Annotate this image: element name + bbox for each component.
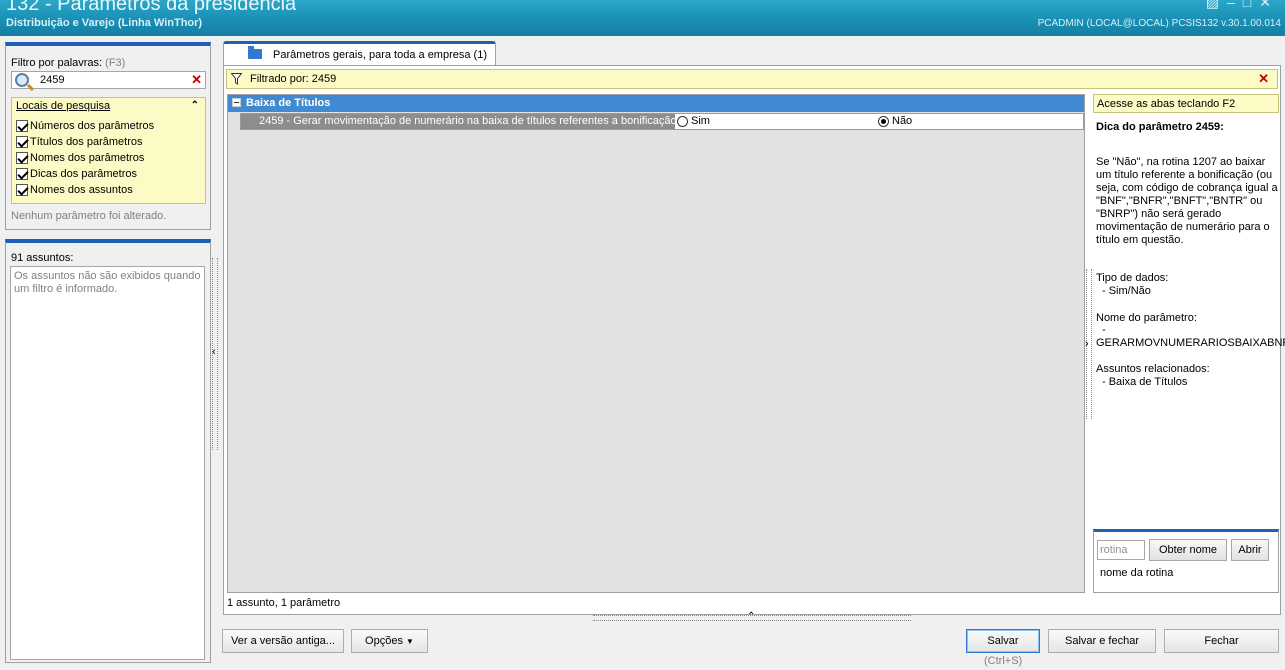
- save-button[interactable]: Salvar: [966, 629, 1040, 653]
- title-bar: 132 - Parâmetros da presidência Distribu…: [0, 0, 1285, 36]
- rotina-name: nome da rotina: [1100, 567, 1174, 579]
- get-name-button[interactable]: Obter nome: [1149, 539, 1227, 561]
- left-splitter[interactable]: ‹: [212, 258, 218, 450]
- main-content: Filtrado por: 2459 ✕ Baixa de Títulos 24…: [223, 65, 1285, 615]
- radio-no-label[interactable]: Não: [892, 115, 912, 127]
- location-item[interactable]: Números dos parâmetros: [16, 118, 154, 134]
- param-name-label: Nome do parâmetro:: [1096, 312, 1197, 324]
- hint-text: Se "Não", na rotina 1207 ao baixar um tí…: [1096, 156, 1278, 246]
- search-box[interactable]: ✕: [11, 71, 206, 89]
- subjects-count: 91 assuntos:: [11, 252, 74, 264]
- filter-label: Filtro por palavras: (F3): [11, 57, 126, 69]
- maximize-icon[interactable]: □: [1243, 0, 1259, 10]
- search-locations-header[interactable]: Locais de pesquisa: [16, 100, 110, 112]
- radio-yes-label[interactable]: Sim: [691, 115, 710, 127]
- filter-text: Filtrado por: 2459: [250, 73, 337, 85]
- options-button[interactable]: Opções ▼: [351, 629, 428, 653]
- collapse-group-icon[interactable]: [232, 98, 241, 107]
- chevron-right-icon[interactable]: ›: [1085, 338, 1089, 350]
- save-close-button[interactable]: Salvar e fechar: [1048, 629, 1156, 653]
- clear-search-icon[interactable]: ✕: [191, 72, 202, 88]
- subjects-list[interactable]: Os assuntos não são exibidos quando um f…: [10, 266, 205, 660]
- checkbox-icon[interactable]: [16, 152, 28, 164]
- data-type-value: - Sim/Não: [1102, 285, 1151, 297]
- param-description: 2459 - Gerar movimentação de numerário n…: [241, 114, 677, 129]
- filter-bar: Filtrado por: 2459 ✕: [226, 69, 1278, 89]
- checkbox-icon[interactable]: [16, 120, 28, 132]
- related-value: - Baixa de Títulos: [1102, 376, 1188, 388]
- group-header[interactable]: Baixa de Títulos: [228, 95, 1084, 112]
- radio-no[interactable]: [878, 116, 889, 127]
- location-item[interactable]: Nomes dos assuntos: [16, 182, 154, 198]
- location-item[interactable]: Títulos dos parâmetros: [16, 134, 154, 150]
- tabs-hint: Acesse as abas teclando F2: [1093, 94, 1279, 113]
- minimize-icon[interactable]: –: [1227, 0, 1243, 10]
- folder-icon: [248, 46, 262, 59]
- caret-down-icon: ▼: [406, 636, 414, 646]
- connection-info: PCADMIN (LOCAL@LOCAL) PCSIS132 v.30.1.00…: [1037, 18, 1281, 29]
- filter-icon: [231, 73, 242, 85]
- search-icon: [15, 73, 29, 87]
- collapse-icon[interactable]: ⌃: [191, 100, 199, 111]
- related-label: Assuntos relacionados:: [1096, 363, 1210, 375]
- save-shortcut: (Ctrl+S): [984, 655, 1023, 667]
- tab-general-params[interactable]: Parâmetros gerais, para toda a empresa (…: [223, 41, 496, 66]
- old-version-button[interactable]: Ver a versão antiga...: [222, 629, 344, 653]
- rotina-panel: Obter nome Abrir nome da rotina: [1093, 529, 1279, 593]
- params-grid: Baixa de Títulos 2459 - Gerar movimentaç…: [227, 94, 1085, 593]
- param-row[interactable]: 2459 - Gerar movimentação de numerário n…: [240, 113, 1084, 130]
- data-type-label: Tipo de dados:: [1096, 272, 1169, 284]
- search-locations: Locais de pesquisa ⌃ Números dos parâmet…: [11, 97, 206, 204]
- bottom-splitter[interactable]: ⌃: [593, 611, 911, 622]
- clear-filter-icon[interactable]: ✕: [1258, 71, 1269, 87]
- close-window-icon[interactable]: ✕: [1259, 0, 1279, 10]
- window-subtitle: Distribuição e Varejo (Linha WinThor): [6, 17, 203, 29]
- open-button[interactable]: Abrir: [1231, 539, 1269, 561]
- chevron-left-icon[interactable]: ‹: [212, 346, 216, 358]
- change-status: Nenhum parâmetro foi alterado.: [11, 210, 167, 222]
- close-button[interactable]: Fechar: [1164, 629, 1279, 653]
- location-item[interactable]: Dicas dos parâmetros: [16, 166, 154, 182]
- checkbox-icon[interactable]: [16, 168, 28, 180]
- checkbox-icon[interactable]: [16, 184, 28, 196]
- right-splitter[interactable]: ›: [1085, 269, 1092, 419]
- window-title: 132 - Parâmetros da presidência: [6, 0, 297, 15]
- subjects-panel: 91 assuntos: Os assuntos não são exibido…: [5, 239, 211, 663]
- param-name-value: GERARMOVNUMERARIOSBAIXABNF: [1096, 337, 1285, 349]
- location-item[interactable]: Nomes dos parâmetros: [16, 150, 154, 166]
- grid-summary: 1 assunto, 1 parâmetro: [227, 597, 341, 609]
- search-input[interactable]: [40, 73, 190, 87]
- chevron-up-icon[interactable]: ⌃: [747, 611, 755, 622]
- window-controls[interactable]: ▨–□✕: [1206, 0, 1279, 11]
- restore-icon[interactable]: ▨: [1206, 0, 1227, 10]
- rotina-input[interactable]: [1097, 540, 1145, 560]
- radio-yes[interactable]: [677, 116, 688, 127]
- checkbox-icon[interactable]: [16, 136, 28, 148]
- filter-panel: Filtro por palavras: (F3) ✕ Locais de pe…: [5, 42, 211, 230]
- param-name-dash: -: [1102, 324, 1106, 336]
- hint-title: Dica do parâmetro 2459:: [1096, 121, 1224, 133]
